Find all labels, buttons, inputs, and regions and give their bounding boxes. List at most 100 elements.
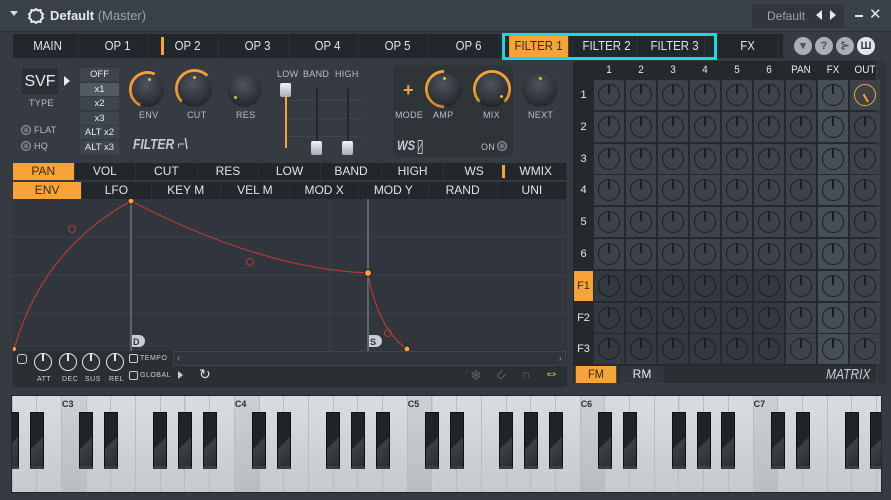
- matrix-cell[interactable]: [754, 111, 784, 142]
- matrix-knob[interactable]: [662, 306, 684, 329]
- matrix-cell[interactable]: [594, 239, 624, 269]
- black-key[interactable]: [178, 412, 192, 469]
- matrix-cell[interactable]: [626, 207, 656, 238]
- routing-icon[interactable]: ⊱: [836, 37, 854, 55]
- matrix-cell[interactable]: [722, 239, 752, 269]
- matrix-knob[interactable]: [694, 147, 716, 170]
- matrix-cell[interactable]: [722, 175, 752, 206]
- next-preset-icon[interactable]: [830, 10, 836, 20]
- rm-mode-button[interactable]: RM: [620, 366, 664, 383]
- matrix-cell[interactable]: [626, 80, 656, 110]
- matrix-cell[interactable]: [594, 175, 624, 206]
- matrix-row-label[interactable]: 2: [574, 112, 593, 142]
- black-key[interactable]: [252, 412, 267, 469]
- matrix-knob[interactable]: [726, 115, 748, 138]
- matrix-knob[interactable]: [630, 147, 652, 170]
- matrix-cell[interactable]: [722, 111, 752, 142]
- matrix-cell[interactable]: [722, 143, 752, 174]
- flat-radio[interactable]: [21, 125, 31, 135]
- matrix-cell[interactable]: [594, 207, 624, 238]
- tab-op-5[interactable]: OP 5: [367, 34, 429, 58]
- matrix-cell[interactable]: [850, 334, 880, 365]
- matrix-knob[interactable]: [694, 274, 716, 297]
- matrix-knob[interactable]: [694, 115, 716, 138]
- matrix-knob[interactable]: [758, 211, 780, 234]
- matrix-cell[interactable]: [690, 111, 720, 142]
- matrix-knob[interactable]: [854, 179, 876, 202]
- matrix-knob[interactable]: [726, 211, 748, 234]
- matrix-knob[interactable]: [694, 84, 716, 106]
- keyboard-icon[interactable]: Ш: [857, 37, 875, 55]
- matrix-knob[interactable]: [662, 274, 684, 297]
- black-key[interactable]: [29, 412, 44, 469]
- matrix-knob[interactable]: [662, 147, 684, 170]
- matrix-row-label[interactable]: 6: [574, 239, 593, 269]
- matrix-knob[interactable]: [662, 84, 684, 106]
- black-key[interactable]: [548, 412, 563, 469]
- multiplier-option[interactable]: OFF: [80, 68, 119, 81]
- matrix-cell[interactable]: [754, 270, 784, 301]
- matrix-knob[interactable]: [694, 179, 716, 202]
- matrix-knob[interactable]: [822, 115, 844, 138]
- matrix-cell[interactable]: [818, 175, 848, 206]
- matrix-knob[interactable]: [790, 243, 812, 265]
- black-key[interactable]: [425, 412, 439, 469]
- matrix-cell[interactable]: [658, 175, 688, 206]
- black-key[interactable]: [696, 412, 711, 469]
- mod-source-tab-mod-x[interactable]: MOD X: [290, 182, 360, 199]
- magnet-icon[interactable]: ∩: [521, 366, 531, 382]
- band-slider-handle[interactable]: [311, 141, 322, 155]
- matrix-cell[interactable]: [818, 302, 848, 333]
- black-key[interactable]: [844, 412, 859, 469]
- matrix-knob[interactable]: [790, 147, 812, 170]
- tab-main[interactable]: MAIN: [17, 34, 79, 58]
- matrix-knob[interactable]: [662, 338, 684, 361]
- tab-op-6[interactable]: OP 6: [437, 34, 501, 58]
- sus-knob[interactable]: [82, 353, 100, 371]
- matrix-row-label[interactable]: F3: [574, 334, 593, 364]
- matrix-knob[interactable]: [598, 211, 620, 234]
- target-tab-vol[interactable]: VOL: [75, 163, 137, 180]
- matrix-cell[interactable]: [850, 270, 880, 301]
- black-key[interactable]: [449, 412, 464, 469]
- att-knob[interactable]: [34, 353, 52, 371]
- matrix-knob[interactable]: [790, 306, 812, 329]
- matrix-knob[interactable]: [726, 147, 748, 170]
- matrix-cell[interactable]: [626, 334, 656, 365]
- matrix-cell[interactable]: [594, 270, 624, 301]
- tab-op-3[interactable]: OP 3: [227, 34, 289, 58]
- matrix-knob[interactable]: [726, 84, 748, 106]
- black-key[interactable]: [350, 412, 365, 469]
- matrix-knob[interactable]: [758, 338, 780, 361]
- matrix-cell[interactable]: [626, 175, 656, 206]
- matrix-cell[interactable]: [658, 207, 688, 238]
- matrix-knob[interactable]: [726, 274, 748, 297]
- multiplier-option[interactable]: ALT x3: [80, 140, 119, 154]
- matrix-row-label[interactable]: 4: [574, 175, 593, 205]
- matrix-cell[interactable]: [818, 239, 848, 269]
- matrix-cell[interactable]: [786, 270, 816, 301]
- mod-source-tab-mod-y[interactable]: MOD Y: [359, 182, 429, 199]
- matrix-cell[interactable]: [786, 207, 816, 238]
- target-tab-res[interactable]: RES: [198, 163, 260, 180]
- matrix-cell[interactable]: [658, 143, 688, 174]
- matrix-knob[interactable]: [790, 115, 812, 138]
- matrix-cell[interactable]: [658, 111, 688, 142]
- black-key[interactable]: [326, 412, 341, 469]
- matrix-cell[interactable]: [722, 207, 752, 238]
- matrix-cell[interactable]: [850, 207, 880, 238]
- matrix-knob[interactable]: [630, 211, 652, 234]
- matrix-cell[interactable]: [786, 239, 816, 269]
- mix-knob[interactable]: [476, 73, 508, 105]
- matrix-cell[interactable]: [818, 143, 848, 174]
- multiplier-option[interactable]: x2: [80, 97, 119, 110]
- amp-knob[interactable]: [428, 73, 460, 105]
- target-tab-ws[interactable]: WS: [444, 163, 506, 180]
- matrix-knob[interactable]: [854, 338, 876, 361]
- matrix-cell[interactable]: [626, 111, 656, 142]
- matrix-knob[interactable]: [790, 338, 812, 361]
- dec-knob[interactable]: [59, 353, 77, 371]
- matrix-cell[interactable]: [626, 239, 656, 269]
- target-tab-high[interactable]: HIGH: [382, 163, 444, 180]
- black-key[interactable]: [103, 412, 118, 469]
